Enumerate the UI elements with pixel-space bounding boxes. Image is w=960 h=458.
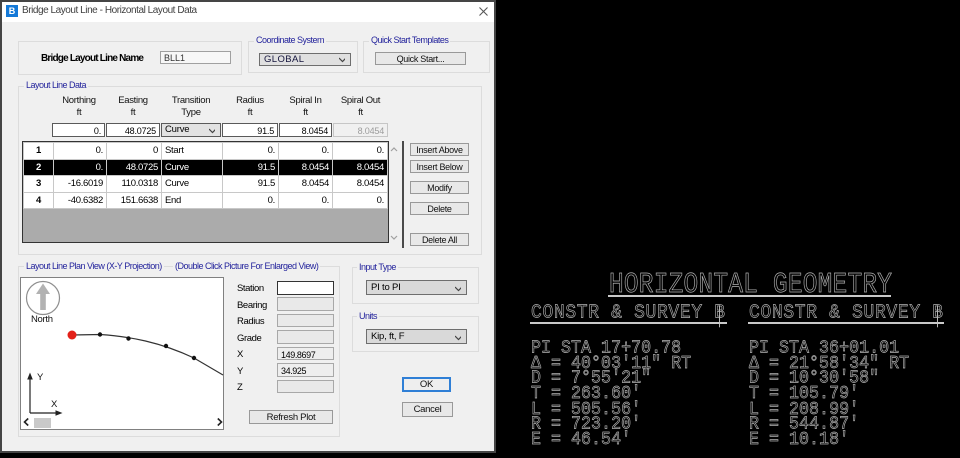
svg-text:Y: Y	[37, 372, 44, 383]
svg-text:X: X	[51, 399, 58, 410]
svg-text:North: North	[31, 314, 53, 325]
